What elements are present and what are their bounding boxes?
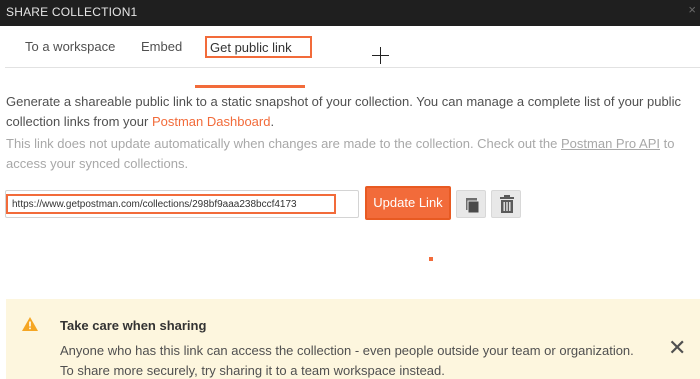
description-text: Generate a shareable public link to a st…: [6, 94, 681, 129]
loading-indicator: [429, 257, 433, 261]
close-icon[interactable]: ✕: [668, 337, 686, 359]
window-close-icon[interactable]: ×: [688, 2, 696, 17]
share-tabs: To a workspace Embed Get public link: [0, 26, 700, 88]
warning-body: Anyone who has this link can access the …: [60, 343, 634, 378]
active-tab-indicator: [195, 85, 305, 88]
warning-triangle-icon: [22, 317, 38, 331]
trash-icon: [500, 195, 514, 213]
crosshair-cursor-icon: [372, 47, 389, 64]
warning-title: Take care when sharing: [60, 318, 207, 333]
postman-pro-api-link[interactable]: Postman Pro API: [561, 136, 660, 151]
delete-link-button[interactable]: [491, 190, 521, 218]
tab-embed[interactable]: Embed: [141, 39, 182, 54]
tab-get-public-link[interactable]: Get public link: [205, 36, 312, 58]
tabs-divider: [5, 67, 700, 68]
update-link-button[interactable]: Update Link: [365, 186, 451, 220]
copy-link-button[interactable]: [456, 190, 486, 218]
postman-dashboard-link[interactable]: Postman Dashboard: [152, 114, 271, 129]
sync-note-text: This link does not update automatically …: [6, 136, 675, 171]
copy-icon: [466, 198, 480, 214]
window-title: SHARE COLLECTION1: [6, 5, 138, 19]
title-bar: SHARE COLLECTION1 ×: [0, 0, 700, 26]
sharing-warning-banner: Take care when sharing Anyone who has th…: [6, 299, 700, 379]
tab-to-a-workspace[interactable]: To a workspace: [25, 39, 115, 54]
public-link-url[interactable]: https://www.getpostman.com/collections/2…: [12, 199, 297, 210]
